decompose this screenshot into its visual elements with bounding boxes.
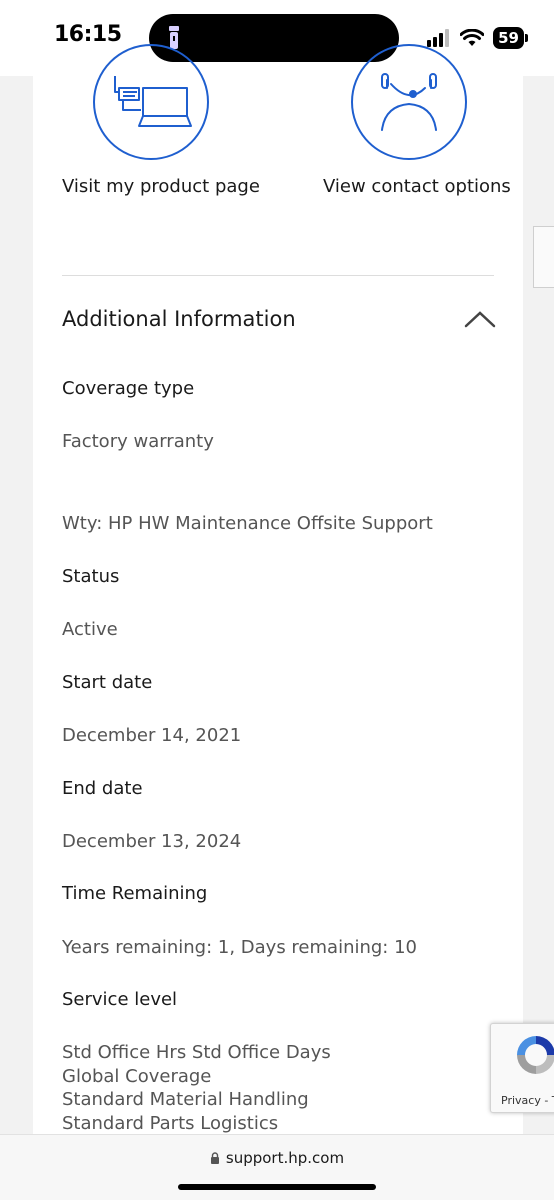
time-remaining-label: Time Remaining [62, 883, 208, 904]
status-bar: 16:15 59 [0, 0, 554, 76]
coverage-type-value: Factory warranty [62, 431, 214, 452]
chevron-up-icon[interactable] [464, 309, 496, 329]
section-divider [62, 275, 494, 276]
recaptcha-icon [517, 1036, 554, 1074]
service-level-line: Standard Material Handling [62, 1089, 309, 1110]
service-level-line: Std Office Hrs Std Office Days [62, 1042, 331, 1063]
home-indicator[interactable] [178, 1184, 376, 1190]
end-date-value: December 13, 2024 [62, 831, 242, 852]
start-date-value: December 14, 2021 [62, 725, 242, 746]
start-date-label: Start date [62, 672, 153, 693]
content-card [33, 76, 523, 1134]
service-level-line: Global Coverage [62, 1065, 212, 1087]
lock-icon [210, 1152, 219, 1164]
contact-options-label[interactable]: View contact options [323, 176, 511, 197]
time-remaining-value: Years remaining: 1, Days remaining: 10 [62, 937, 417, 958]
service-level-line: Standard Parts Logistics [62, 1112, 279, 1134]
coverage-type-label: Coverage type [62, 378, 195, 399]
browser-bottom-bar: support.hp.com [0, 1134, 554, 1200]
battery-icon: 59 [493, 27, 528, 49]
service-level-label: Service level [62, 989, 178, 1010]
section-title[interactable]: Additional Information [62, 307, 296, 331]
url-text: support.hp.com [225, 1149, 345, 1167]
product-page-label[interactable]: Visit my product page [62, 176, 260, 197]
coverage-description: Wty: HP HW Maintenance Offsite Support [62, 513, 433, 534]
contact-options-link[interactable] [351, 44, 467, 160]
service-level-values: Std Office Hrs Std Office Days Global Co… [62, 1041, 331, 1135]
support-agent-icon [381, 73, 437, 131]
end-date-label: End date [62, 778, 143, 799]
side-feedback-tab[interactable] [533, 226, 554, 288]
recaptcha-badge[interactable]: Privacy - T [490, 1023, 554, 1113]
status-label: Status [62, 566, 120, 587]
product-page-link[interactable] [93, 44, 209, 160]
recaptcha-privacy-link[interactable]: Privacy - T [501, 1094, 554, 1107]
url-bar[interactable]: support.hp.com [0, 1149, 554, 1167]
laptop-icon [114, 76, 192, 127]
status-value: Active [62, 619, 118, 640]
